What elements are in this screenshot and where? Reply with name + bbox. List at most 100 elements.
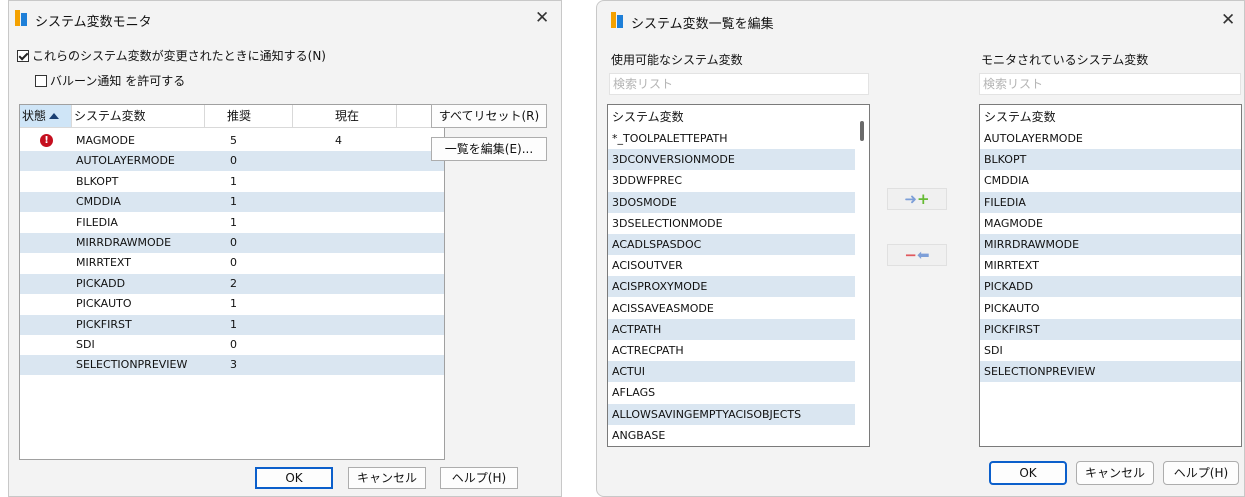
close-icon[interactable]: ✕ — [1221, 10, 1235, 30]
list-item[interactable]: SDI — [980, 340, 1241, 361]
table-row[interactable]: PICKFIRST 1 — [20, 314, 444, 335]
scroll-thumb[interactable] — [860, 121, 864, 141]
table-row[interactable]: MIRRDRAWMODE 0 — [20, 233, 444, 253]
column-sysvar[interactable]: システム変数 — [72, 105, 205, 127]
notify-label: これらのシステム変数が変更されたときに通知する(N) — [32, 49, 326, 63]
plus-icon: + — [917, 190, 930, 208]
minus-icon: − — [904, 246, 917, 264]
title-bar: システム変数モニタ ✕ — [9, 1, 561, 37]
reset-all-button[interactable]: すべてリセット(R) — [431, 104, 547, 128]
list-item[interactable]: BLKOPT — [980, 149, 1241, 171]
list-item[interactable]: ACISOUTVER — [608, 255, 855, 276]
monitored-search-input[interactable]: 検索リスト — [979, 73, 1241, 95]
table-row[interactable]: SDI 0 — [20, 335, 444, 355]
notify-checkbox[interactable] — [17, 50, 29, 62]
recommended-value: 1 — [230, 195, 237, 209]
ok-button[interactable]: OK — [989, 461, 1067, 485]
list-header: システム変数 — [608, 107, 869, 128]
column-current[interactable]: 現在 — [293, 105, 397, 127]
list-item[interactable]: MAGMODE — [980, 213, 1241, 234]
column-recommended[interactable]: 推奨 — [205, 105, 293, 127]
balloon-checkbox-row[interactable]: バルーン通知 を許可する — [35, 72, 185, 89]
recommended-value: 0 — [230, 154, 237, 168]
app-icon — [611, 12, 623, 28]
table-row[interactable]: SELECTIONPREVIEW 3 — [20, 355, 444, 376]
recommended-value: 0 — [230, 256, 237, 270]
dialog-title: システム変数モニタ — [35, 15, 152, 30]
list-item[interactable]: ACISSAVEASMODE — [608, 298, 855, 319]
list-item[interactable]: PICKADD — [980, 276, 1241, 298]
list-item[interactable]: MIRRTEXT — [980, 255, 1241, 276]
help-button[interactable]: ヘルプ(H) — [1163, 461, 1239, 485]
monitor-table: 状態 システム変数 推奨 現在 ! MAGMODE 5 4 AUTOLAYERMODE 0… — [19, 104, 445, 460]
sysvar-name: AUTOLAYERMODE — [76, 154, 175, 168]
list-item[interactable]: ACTPATH — [608, 318, 855, 340]
sysvar-name: BLKOPT — [76, 174, 119, 188]
list-item[interactable]: ACADLSPASDOC — [608, 234, 855, 255]
list-item[interactable]: MIRRDRAWMODE — [980, 234, 1241, 255]
table-row[interactable]: PICKADD 2 — [20, 273, 444, 294]
monitored-list[interactable]: システム変数 AUTOLAYERMODE BLKOPT CMDDIA FILEDIA MA… — [979, 104, 1242, 447]
list-item[interactable]: 3DOSMODE — [608, 191, 855, 213]
sysvar-name: FILEDIA — [76, 215, 118, 229]
table-row[interactable]: PICKAUTO 1 — [20, 294, 444, 314]
arrow-right-icon: ➜ — [904, 190, 917, 208]
notify-checkbox-row[interactable]: これらのシステム変数が変更されたときに通知する(N) — [17, 47, 326, 64]
column-status[interactable]: 状態 — [20, 105, 72, 127]
list-item[interactable]: ANGBASE — [608, 425, 855, 446]
current-value: 4 — [335, 134, 342, 147]
ok-button[interactable]: OK — [255, 467, 333, 489]
list-item[interactable]: *_TOOLPALETTEPATH — [608, 128, 855, 149]
available-label: 使用可能なシステム変数 — [611, 53, 743, 67]
list-item[interactable]: ALLOWSAVINGEMPTYACISOBJECTS — [608, 403, 855, 425]
list-header: システム変数 — [980, 107, 1241, 128]
recommended-value: 1 — [230, 297, 237, 311]
available-search-input[interactable]: 検索リスト — [609, 73, 869, 95]
balloon-label: バルーン通知 を許可する — [50, 74, 186, 88]
scrollbar[interactable] — [855, 105, 869, 446]
list-item[interactable]: 3DCONVERSIONMODE — [608, 149, 855, 171]
list-item[interactable]: FILEDIA — [980, 191, 1241, 213]
add-button[interactable]: ➜+ — [887, 188, 947, 210]
cancel-button[interactable]: キャンセル — [1076, 461, 1154, 485]
sort-ascending-icon — [49, 113, 60, 119]
recommended-value: 0 — [230, 236, 237, 249]
help-button[interactable]: ヘルプ(H) — [440, 467, 518, 489]
table-row[interactable]: AUTOLAYERMODE 0 — [20, 151, 444, 172]
list-item[interactable]: SELECTIONPREVIEW — [980, 361, 1241, 383]
table-row[interactable]: MIRRTEXT 0 — [20, 253, 444, 273]
table-row[interactable]: BLKOPT 1 — [20, 172, 444, 192]
balloon-checkbox[interactable] — [35, 75, 47, 87]
list-item[interactable]: ACISPROXYMODE — [608, 276, 855, 298]
sysvar-name: CMDDIA — [76, 195, 121, 209]
list-item[interactable]: PICKFIRST — [980, 318, 1241, 340]
close-icon[interactable]: ✕ — [535, 8, 549, 28]
remove-button[interactable]: −⬅ — [887, 244, 947, 266]
table-row[interactable]: FILEDIA 1 — [20, 213, 444, 233]
list-item[interactable]: CMDDIA — [980, 170, 1241, 191]
list-item[interactable]: 3DDWFPREC — [608, 170, 855, 191]
list-item[interactable]: ACTUI — [608, 361, 855, 383]
recommended-value: 1 — [230, 174, 237, 188]
recommended-value: 5 — [230, 134, 237, 147]
sysvar-monitor-dialog: システム変数モニタ ✕ これらのシステム変数が変更されたときに通知する(N) バ… — [8, 0, 562, 497]
list-item[interactable]: AUTOLAYERMODE — [980, 128, 1241, 149]
list-item[interactable]: 3DSELECTIONMODE — [608, 213, 855, 234]
sysvar-name: PICKADD — [76, 276, 126, 290]
list-item[interactable]: PICKAUTO — [980, 298, 1241, 319]
list-item[interactable]: ACTRECPATH — [608, 340, 855, 361]
edit-list-button[interactable]: 一覧を編集(E)... — [431, 137, 547, 161]
recommended-value: 1 — [230, 215, 237, 229]
cancel-button[interactable]: キャンセル — [348, 467, 426, 489]
monitored-label: モニタされているシステム変数 — [981, 53, 1149, 67]
sysvar-name: MIRRDRAWMODE — [76, 236, 172, 249]
list-item[interactable]: AFLAGS — [608, 382, 855, 403]
arrow-left-icon: ⬅ — [917, 246, 930, 264]
available-list[interactable]: システム変数 *_TOOLPALETTEPATH 3DCONVERSIONMODE 3… — [607, 104, 870, 447]
table-row[interactable]: ! MAGMODE 5 4 — [20, 131, 444, 151]
dialog-title: システム変数一覧を編集 — [631, 17, 774, 32]
app-icon — [15, 10, 27, 26]
sysvar-name: SDI — [76, 338, 95, 351]
sysvar-name: MAGMODE — [76, 134, 135, 147]
table-row[interactable]: CMDDIA 1 — [20, 192, 444, 213]
